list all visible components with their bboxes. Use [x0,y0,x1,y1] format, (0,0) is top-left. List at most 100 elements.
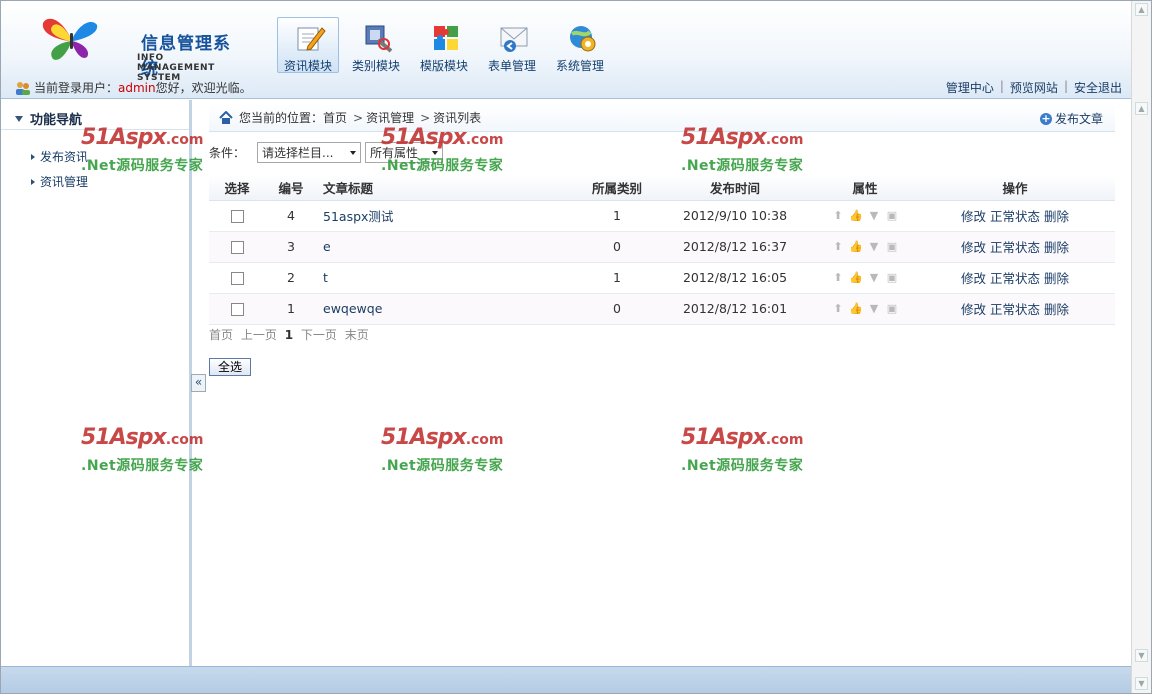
tools-icon [365,25,393,53]
image-icon[interactable]: ▣ [885,209,899,223]
watermark-domain: .com [465,132,504,148]
puzzle-icon [434,26,458,50]
watermark-domain: .com [465,432,504,448]
row-id: 1 [265,293,317,325]
status-link[interactable]: 正常状态 [990,209,1040,224]
thumbs-up-icon[interactable]: 👍 [849,302,863,316]
watermark-brand: 51Aspx.com [381,125,504,150]
pager-next[interactable]: 下一页 [301,328,337,342]
col-select: 选择 [209,175,265,201]
category-select[interactable]: 请选择栏目... [257,142,362,163]
top-navigation: 资讯模块 类别模块 模版模块 表单管理 系统管理 [277,17,617,73]
login-greeting: 您好，欢迎光临。 [155,81,252,95]
select-all-button[interactable]: 全选 [209,358,251,376]
nav-label: 系统管理 [555,59,604,73]
row-title-link[interactable]: e [317,231,579,263]
row-title-link[interactable]: t [317,262,579,294]
top-arrow-icon[interactable]: ⬆ [831,302,845,316]
watermark-brand: 51Aspx.com [81,125,204,150]
breadcrumb-news-management[interactable]: 资讯管理 [366,109,414,126]
watermark: 51Aspx.com .Net源码服务专家 [381,425,521,477]
slide-icon[interactable]: ▼ [867,209,881,223]
thumbs-up-icon[interactable]: 👍 [849,209,863,223]
nav-template-module[interactable]: 模版模块 [413,17,475,73]
table-row: 3 e 0 2012/8/12 16:37 ⬆ 👍 ▼ ▣ 修改 正常状态 删除 [209,231,1115,263]
pager-prev[interactable]: 上一页 [241,328,277,342]
row-checkbox[interactable] [230,272,244,285]
top-arrow-icon[interactable]: ⬆ [831,271,845,285]
nav-form-management[interactable]: 表单管理 [481,17,543,73]
dropdown-arrow-icon [350,150,357,155]
breadcrumb-home[interactable]: 首页 [323,109,347,126]
nav-category-module[interactable]: 类别模块 [345,17,407,73]
breadcrumb: 您当前的位置： 首页 > 资讯管理 > 资讯列表 + 发布文章 [209,104,1115,132]
link-separator: | [999,79,1004,93]
watermark-brand-text: 51Aspx [381,125,467,150]
delete-link[interactable]: 删除 [1044,209,1069,224]
table-row: 4 51aspx测试 1 2012/9/10 10:38 ⬆ 👍 ▼ ▣ 修改 正常状态… [209,200,1115,232]
watermark: 51Aspx.com .Net源码服务专家 [681,425,821,477]
login-status: 当前登录用户： admin 您好，欢迎光临。 [15,79,252,96]
image-icon[interactable]: ▣ [885,302,899,316]
slide-icon[interactable]: ▼ [867,271,881,285]
expand-triangle-icon [15,115,23,122]
admin-center-link[interactable]: 管理中心 [946,79,994,96]
row-title-link[interactable]: 51aspx测试 [317,200,579,232]
status-link[interactable]: 正常状态 [990,240,1040,255]
top-arrow-icon[interactable]: ⬆ [831,209,845,223]
col-actions: 操作 [915,175,1115,201]
status-link[interactable]: 正常状态 [990,271,1040,286]
nav-label: 类别模块 [351,59,400,73]
row-checkbox[interactable] [230,241,244,254]
thumbs-up-icon[interactable]: 👍 [849,240,863,254]
top-arrow-icon[interactable]: ⬆ [831,240,845,254]
edit-link[interactable]: 修改 [961,271,986,286]
login-prefix: 当前登录用户： [34,81,119,95]
nav-news-module[interactable]: 资讯模块 [277,17,339,73]
logout-link[interactable]: 安全退出 [1074,79,1122,96]
edit-link[interactable]: 修改 [961,209,986,224]
row-checkbox[interactable] [230,303,244,316]
thumbs-up-icon[interactable]: 👍 [849,271,863,285]
edit-link[interactable]: 修改 [961,302,986,317]
delete-link[interactable]: 删除 [1044,271,1069,286]
edit-link[interactable]: 修改 [961,240,986,255]
publish-article-button[interactable]: + 发布文章 [1039,110,1103,127]
breadcrumb-prefix: 您当前的位置： [239,111,324,125]
watermark-slogan: .Net源码服务专家 [81,458,204,474]
table-row: 2 t 1 2012/8/12 16:05 ⬆ 👍 ▼ ▣ 修改 正常状态 删除 [209,262,1115,294]
scroll-down-arrow-icon[interactable]: ▼ [1135,677,1148,690]
bullet-arrow-icon [31,153,35,160]
delete-link[interactable]: 删除 [1044,240,1069,255]
login-username: admin [118,80,156,95]
table-row: 1 ewqewqe 0 2012/8/12 16:01 ⬆ 👍 ▼ ▣ 修改 正常状态删… [209,293,1115,325]
add-icon: + [1039,111,1052,125]
window-scrollbar[interactable]: ▲ ▲ ▼ ▼ [1131,1,1151,693]
row-time: 2012/8/12 16:01 [655,293,815,325]
row-category: 0 [579,231,655,263]
nav-system-management[interactable]: 系统管理 [549,17,611,73]
row-title-link[interactable]: ewqewqe [317,293,579,325]
status-link[interactable]: 正常状态 [990,302,1040,317]
delete-link[interactable]: 删除 [1044,302,1069,317]
watermark-domain: .com [765,432,804,448]
table-header-row: 选择 编号 文章标题 所属类别 发布时间 属性 操作 [209,175,1115,201]
watermark-slogan: .Net源码服务专家 [681,458,804,474]
watermark-brand: 51Aspx.com [681,125,804,150]
scroll-up-arrow-icon[interactable]: ▲ [1135,102,1148,115]
row-checkbox[interactable] [230,210,244,223]
pager-first[interactable]: 首页 [209,328,233,342]
image-icon[interactable]: ▣ [885,271,899,285]
nav-label: 资讯模块 [283,59,332,73]
scroll-up-arrow-icon[interactable]: ▲ [1135,3,1148,16]
slide-icon[interactable]: ▼ [867,240,881,254]
row-category: 1 [579,200,655,232]
pager-last[interactable]: 末页 [345,328,369,342]
scroll-down-arrow-icon[interactable]: ▼ [1135,649,1148,662]
image-icon[interactable]: ▣ [885,240,899,254]
watermark: 51Aspx.com .Net源码服务专家 [381,125,521,177]
slide-icon[interactable]: ▼ [867,302,881,316]
row-category: 0 [579,293,655,325]
preview-site-link[interactable]: 预览网站 [1010,79,1058,96]
breadcrumb-separator: > [420,110,431,125]
